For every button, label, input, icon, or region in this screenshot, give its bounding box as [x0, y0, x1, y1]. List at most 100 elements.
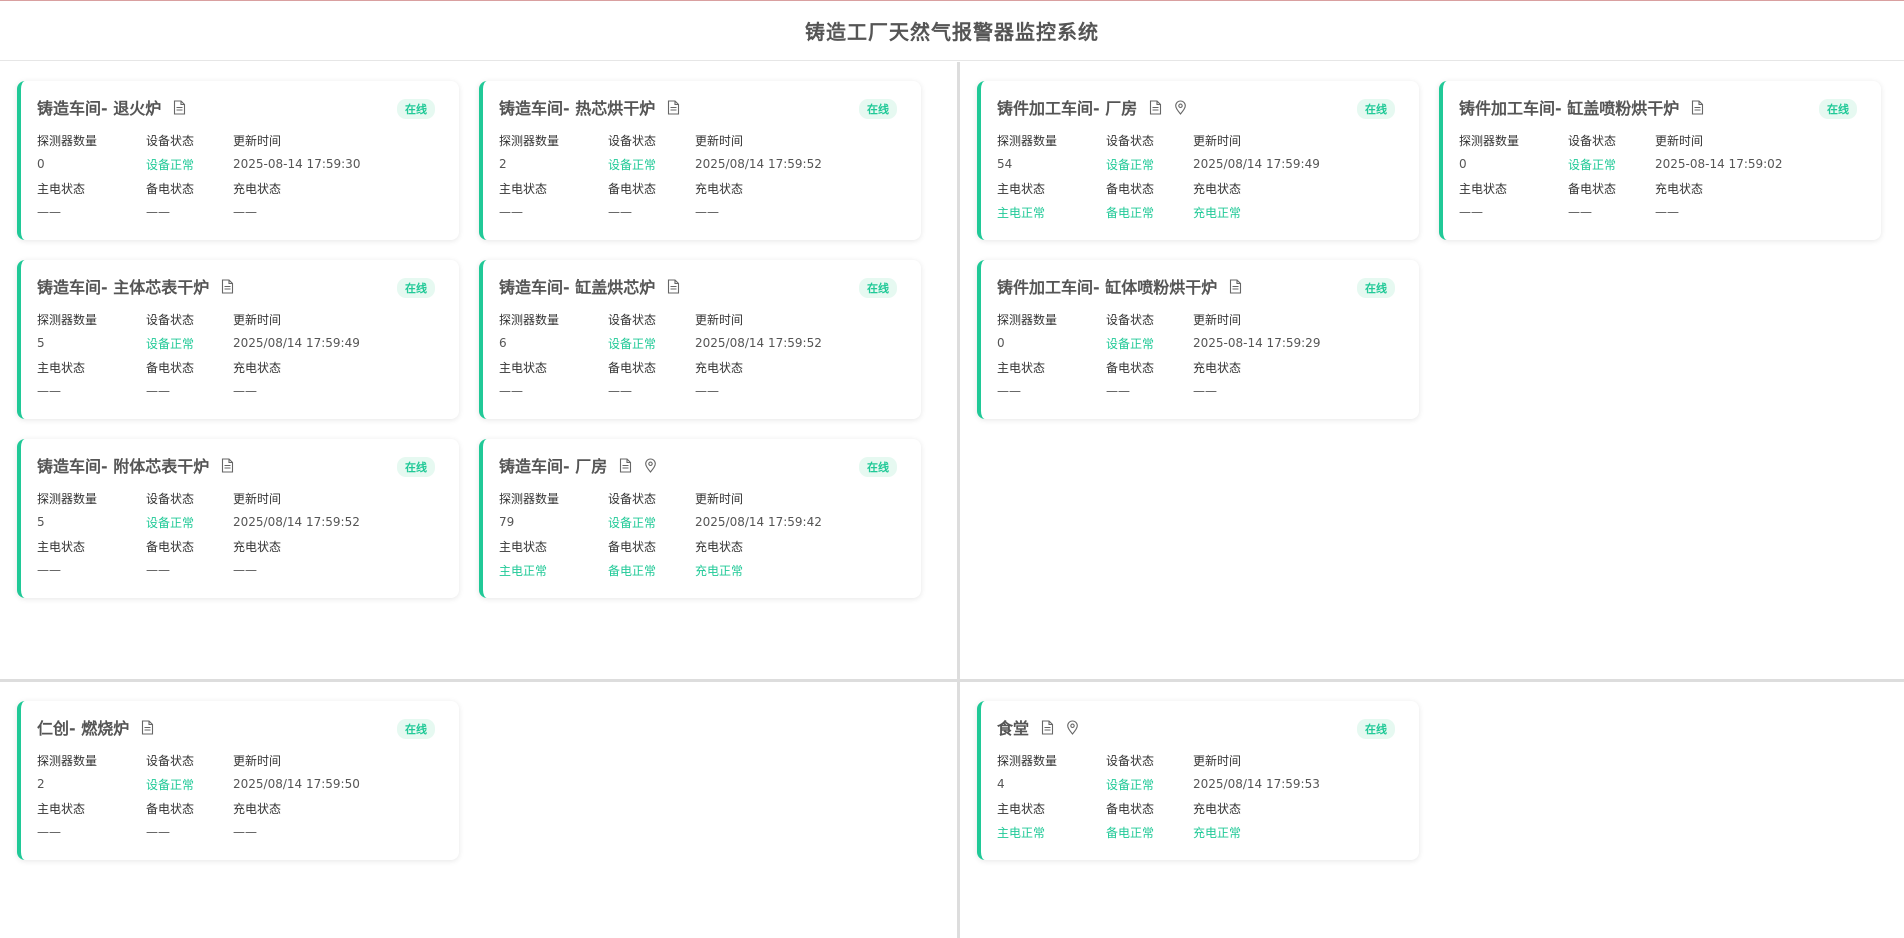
update-time-value: 2025/08/14 17:59:50 [233, 777, 360, 791]
main-power-value: —— [37, 384, 61, 398]
update-time-value: 2025-08-14 17:59:29 [1193, 336, 1321, 350]
main-power-value: —— [37, 205, 61, 219]
detector-count-value: 79 [499, 515, 515, 529]
update-time-label: 更新时间 [233, 753, 282, 768]
online-badge: 在线 [859, 99, 897, 119]
charge-status-value: —— [233, 205, 257, 219]
update-time-value: 2025/08/14 17:59:49 [233, 336, 360, 350]
main-power-value: —— [997, 384, 1021, 398]
online-badge: 在线 [1357, 278, 1395, 298]
device-status-value: 设备正常 [146, 157, 195, 172]
field-value-row: 2 设备正常 2025/08/14 17:59:50 [37, 772, 443, 796]
document-icon[interactable] [1040, 719, 1054, 735]
document-icon[interactable] [172, 99, 186, 115]
vertical-divider [957, 62, 960, 938]
charge-status-label: 充电状态 [695, 360, 744, 375]
document-icon[interactable] [1690, 99, 1704, 115]
backup-power-label: 备电状态 [1106, 360, 1155, 375]
device-status-label: 设备状态 [608, 133, 657, 148]
detector-count-label: 探测器数量 [499, 491, 560, 506]
backup-power-value: 备电正常 [1106, 825, 1155, 840]
field-label-row: 探测器数量 设备状态 更新时间 [499, 128, 905, 152]
online-badge: 在线 [1357, 99, 1395, 119]
panel-top-right: 铸件加工车间- 厂房 在线 探测器数量 设备状态 更新时间 54 设备正常 20… [960, 62, 1904, 679]
backup-power-label: 备电状态 [146, 539, 195, 554]
charge-status-label: 充电状态 [233, 539, 282, 554]
card-title-row: 铸件加工车间- 缸盖喷粉烘干炉 [1459, 97, 1865, 118]
charge-status-label: 充电状态 [1193, 801, 1242, 816]
card-title-row: 铸件加工车间- 缸体喷粉烘干炉 [997, 276, 1403, 297]
document-icon[interactable] [666, 99, 680, 115]
detector-count-label: 探测器数量 [997, 133, 1058, 148]
main-power-value: —— [499, 205, 523, 219]
page-title: 铸造工厂天然气报警器监控系统 [805, 20, 1099, 44]
online-badge: 在线 [859, 457, 897, 477]
document-icon[interactable] [618, 457, 632, 473]
device-card[interactable]: 铸造车间- 厂房 在线 探测器数量 设备状态 更新时间 79 设备正常 2025… [479, 439, 921, 598]
power-value-row: 主电正常 备电正常 充电正常 [997, 200, 1403, 224]
card-title: 铸件加工车间- 缸盖喷粉烘干炉 [1459, 99, 1680, 118]
power-label-row: 主电状态 备电状态 充电状态 [37, 176, 443, 200]
field-label-row: 探测器数量 设备状态 更新时间 [997, 307, 1403, 331]
main-power-label: 主电状态 [37, 539, 86, 554]
power-value-row: —— —— —— [37, 200, 443, 224]
card-fields: 探测器数量 设备状态 更新时间 0 设备正常 2025-08-14 17:59:… [1459, 128, 1865, 224]
device-card[interactable]: 铸件加工车间- 厂房 在线 探测器数量 设备状态 更新时间 54 设备正常 20… [977, 81, 1419, 240]
document-icon[interactable] [220, 278, 234, 294]
document-icon[interactable] [666, 278, 680, 294]
card-fields: 探测器数量 设备状态 更新时间 2 设备正常 2025/08/14 17:59:… [499, 128, 905, 224]
device-card[interactable]: 铸件加工车间- 缸盖喷粉烘干炉 在线 探测器数量 设备状态 更新时间 0 设备正… [1439, 81, 1881, 240]
device-status-label: 设备状态 [1106, 312, 1155, 327]
detector-count-value: 0 [1459, 157, 1467, 171]
panel-bottom-right: 食堂 在线 探测器数量 设备状态 更新时间 4 设备正常 2025/08/14 … [960, 682, 1904, 938]
detector-count-value: 54 [997, 157, 1013, 171]
backup-power-label: 备电状态 [146, 801, 195, 816]
location-pin-icon[interactable] [1173, 99, 1187, 115]
location-pin-icon[interactable] [1065, 719, 1079, 735]
detector-count-label: 探测器数量 [1459, 133, 1520, 148]
main-power-label: 主电状态 [37, 181, 86, 196]
field-value-row: 54 设备正常 2025/08/14 17:59:49 [997, 152, 1403, 176]
main-power-value: —— [37, 563, 61, 577]
card-title-row: 铸造车间- 附体芯表干炉 [37, 455, 443, 476]
detector-count-value: 0 [997, 336, 1005, 350]
field-value-row: 6 设备正常 2025/08/14 17:59:52 [499, 331, 905, 355]
field-label-row: 探测器数量 设备状态 更新时间 [499, 486, 905, 510]
online-badge: 在线 [1357, 719, 1395, 739]
card-title: 仁创- 燃烧炉 [37, 719, 130, 738]
document-icon[interactable] [1148, 99, 1162, 115]
device-status-value: 设备正常 [146, 336, 195, 351]
device-card[interactable]: 铸造车间- 退火炉 在线 探测器数量 设备状态 更新时间 0 设备正常 2025… [17, 81, 459, 240]
device-card[interactable]: 铸造车间- 缸盖烘芯炉 在线 探测器数量 设备状态 更新时间 6 设备正常 20… [479, 260, 921, 419]
document-icon[interactable] [1228, 278, 1242, 294]
device-card[interactable]: 铸件加工车间- 缸体喷粉烘干炉 在线 探测器数量 设备状态 更新时间 0 设备正… [977, 260, 1419, 419]
main-power-value: 主电正常 [997, 205, 1046, 220]
device-card[interactable]: 铸造车间- 热芯烘干炉 在线 探测器数量 设备状态 更新时间 2 设备正常 20… [479, 81, 921, 240]
card-grid: 铸造车间- 退火炉 在线 探测器数量 设备状态 更新时间 0 设备正常 2025… [17, 81, 921, 598]
power-label-row: 主电状态 备电状态 充电状态 [499, 176, 905, 200]
update-time-label: 更新时间 [1193, 753, 1242, 768]
backup-power-value: 备电正常 [608, 563, 657, 578]
detector-count-label: 探测器数量 [37, 753, 98, 768]
detector-count-label: 探测器数量 [37, 133, 98, 148]
charge-status-label: 充电状态 [1193, 181, 1242, 196]
device-status-label: 设备状态 [1106, 753, 1155, 768]
field-value-row: 5 设备正常 2025/08/14 17:59:49 [37, 331, 443, 355]
main-power-value: —— [499, 384, 523, 398]
document-icon[interactable] [140, 719, 154, 735]
device-card[interactable]: 铸造车间- 主体芯表干炉 在线 探测器数量 设备状态 更新时间 5 设备正常 2… [17, 260, 459, 419]
device-card[interactable]: 仁创- 燃烧炉 在线 探测器数量 设备状态 更新时间 2 设备正常 2025/0… [17, 701, 459, 860]
main-power-value: 主电正常 [997, 825, 1046, 840]
device-status-value: 设备正常 [146, 515, 195, 530]
card-title-row: 铸造车间- 主体芯表干炉 [37, 276, 443, 297]
location-pin-icon[interactable] [643, 457, 657, 473]
detector-count-value: 2 [499, 157, 507, 171]
update-time-label: 更新时间 [1655, 133, 1704, 148]
power-value-row: —— —— —— [37, 820, 443, 844]
device-card[interactable]: 食堂 在线 探测器数量 设备状态 更新时间 4 设备正常 2025/08/14 … [977, 701, 1419, 860]
update-time-label: 更新时间 [233, 133, 282, 148]
update-time-value: 2025/08/14 17:59:49 [1193, 157, 1320, 171]
device-status-value: 设备正常 [608, 515, 657, 530]
document-icon[interactable] [220, 457, 234, 473]
device-card[interactable]: 铸造车间- 附体芯表干炉 在线 探测器数量 设备状态 更新时间 5 设备正常 2… [17, 439, 459, 598]
